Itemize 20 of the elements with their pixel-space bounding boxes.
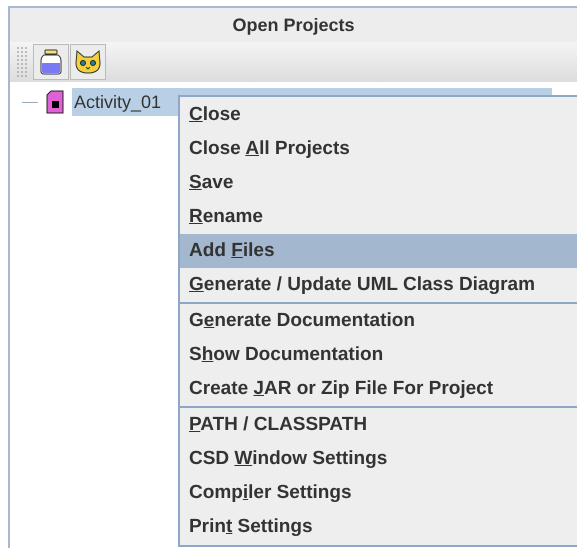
jar-icon	[40, 49, 62, 75]
menu-item[interactable]: Generate / Update UML Class Diagram	[180, 268, 577, 302]
menu-item[interactable]: Print Settings	[180, 510, 577, 544]
cat-face-icon	[74, 49, 102, 75]
menu-item[interactable]: Close All Projects	[180, 132, 577, 166]
menu-item[interactable]: Show Documentation	[180, 338, 577, 372]
toolbar-grip[interactable]	[16, 46, 28, 78]
panel-title: Open Projects	[232, 14, 355, 37]
menu-item[interactable]: Generate Documentation	[180, 304, 577, 338]
jar-button[interactable]	[33, 44, 69, 80]
menu-item[interactable]: Create JAR or Zip File For Project	[180, 372, 577, 406]
menu-item[interactable]: Add Files	[180, 234, 577, 268]
menu-item[interactable]: Rename	[180, 200, 577, 234]
project-file-icon	[46, 90, 64, 114]
menu-item[interactable]: Compiler Settings	[180, 476, 577, 510]
cat-button[interactable]	[70, 44, 106, 80]
menu-item[interactable]: Close	[180, 98, 577, 132]
menu-item[interactable]: CSD Window Settings	[180, 442, 577, 476]
menu-item[interactable]: PATH / CLASSPATH	[180, 408, 577, 442]
menu-item[interactable]: Save	[180, 166, 577, 200]
